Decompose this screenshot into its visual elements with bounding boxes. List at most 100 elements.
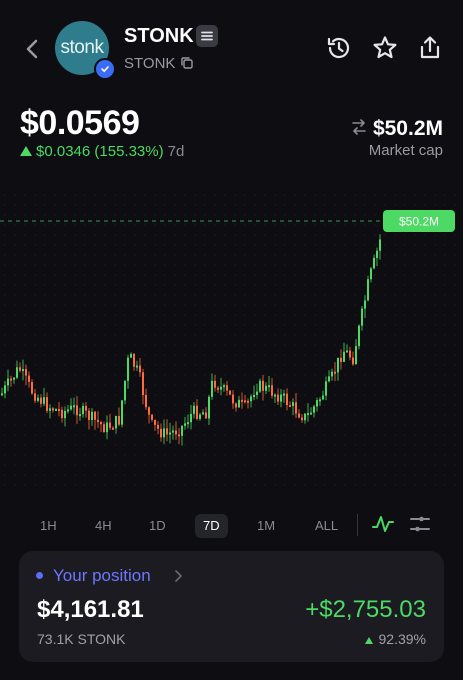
candle-body [259, 380, 261, 392]
position-pnl-percent-value: 92.39% [378, 631, 426, 647]
candle-body [313, 406, 315, 413]
candle-body [289, 405, 291, 408]
candle-body [169, 432, 171, 435]
candle-body [268, 385, 270, 388]
token-ticker: STONK [124, 55, 176, 72]
candle-body [223, 385, 225, 388]
menu-lines-icon[interactable] [196, 25, 218, 47]
candle-body [190, 413, 192, 423]
range-1m[interactable]: 1M [249, 514, 283, 538]
candle-body [166, 428, 168, 435]
candle-body [181, 425, 183, 436]
candle-body [79, 414, 81, 417]
candle-body [331, 371, 333, 377]
header: stonk STONK STONK [0, 0, 463, 100]
candle-body [196, 405, 198, 419]
range-1d[interactable]: 1D [141, 514, 174, 538]
candle-body [211, 380, 213, 397]
candle-body [187, 422, 189, 425]
candle-body [355, 346, 357, 365]
candle-body [286, 393, 288, 406]
price-chart[interactable]: $50.2M [0, 190, 463, 490]
candle-body [304, 413, 306, 421]
candle-body [25, 369, 27, 376]
candle-body [340, 357, 342, 362]
position-pnl: +$2,755.03 [305, 596, 426, 623]
range-7d[interactable]: 7D [195, 514, 228, 538]
token-name: STONK [124, 25, 194, 47]
candle-body [34, 393, 36, 401]
candle-body [265, 385, 267, 391]
candle-body [145, 395, 147, 408]
copy-icon[interactable] [180, 56, 194, 70]
position-dot [36, 572, 43, 579]
range-1h[interactable]: 1H [32, 514, 65, 538]
candle-body [31, 381, 33, 394]
candle-body [91, 411, 93, 420]
share-icon[interactable] [416, 34, 444, 62]
candle-body [139, 365, 141, 373]
candle-body [316, 400, 318, 407]
position-card[interactable]: Your position $4,161.81 73.1K STONK +$2,… [19, 551, 444, 662]
candle-body [349, 350, 351, 358]
candle-body [19, 367, 21, 371]
candle-body [325, 381, 327, 396]
star-icon[interactable] [371, 34, 399, 62]
candle-body [301, 417, 303, 421]
candle-body [13, 377, 15, 380]
candle-body [37, 397, 39, 401]
range-all[interactable]: ALL [307, 514, 346, 538]
back-chevron-icon[interactable] [22, 37, 42, 61]
candle-body [229, 390, 231, 395]
candle-body [277, 394, 279, 402]
candle-body [295, 402, 297, 414]
candle-body [271, 385, 273, 396]
candle-body [43, 397, 45, 404]
candle-body [157, 424, 159, 429]
candle-body [148, 407, 150, 415]
candle-body [178, 434, 180, 437]
chevron-right-icon [175, 570, 182, 582]
candle-body [244, 400, 246, 403]
market-cap-label: Market cap [368, 142, 443, 159]
range-4h[interactable]: 4H [87, 514, 120, 538]
candle-body [142, 372, 144, 396]
candle-body [379, 239, 381, 251]
candle-body [112, 427, 114, 430]
candle-body [82, 406, 84, 415]
candle-body [85, 406, 87, 411]
candle-body [250, 396, 252, 402]
candle-body [4, 385, 6, 394]
settings-sliders-icon[interactable] [409, 514, 431, 534]
candle-body [214, 380, 216, 388]
candle-body [16, 367, 18, 378]
candle-body [49, 408, 51, 411]
candle-body [100, 422, 102, 425]
candle-body [199, 414, 201, 419]
candle-body [364, 300, 366, 309]
line-chart-icon[interactable] [372, 514, 394, 534]
candle-body [151, 414, 153, 420]
history-icon[interactable] [325, 34, 353, 62]
candle-body [310, 412, 312, 415]
candle-body [127, 357, 129, 381]
candle-body [247, 400, 249, 403]
candle-body [52, 408, 54, 411]
candle-body [115, 415, 117, 429]
candle-body [133, 353, 135, 367]
candle-body [7, 378, 9, 386]
candle-body [28, 375, 30, 382]
candle-body [307, 413, 309, 416]
range-divider [357, 514, 358, 536]
candle-body [94, 411, 96, 420]
candle-body [319, 399, 321, 402]
candle-body [172, 430, 174, 433]
candle-body [10, 378, 12, 381]
price-change-period: 7d [167, 143, 185, 160]
candle-body [175, 430, 177, 435]
candle-body [97, 419, 99, 423]
candle-body [58, 408, 60, 411]
candle-body [280, 394, 282, 402]
logo-text: stonk [60, 37, 104, 58]
candle-body [238, 399, 240, 408]
